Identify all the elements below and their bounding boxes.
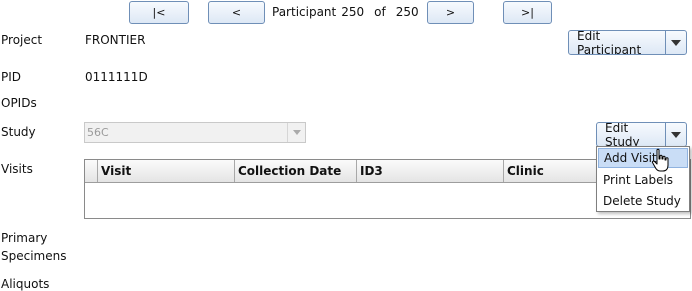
of-word: of bbox=[374, 5, 386, 19]
study-select: 56C bbox=[84, 122, 306, 143]
previous-participant-button[interactable]: < bbox=[208, 1, 265, 24]
chevron-down-icon bbox=[671, 39, 681, 46]
aliquots-label: Aliquots bbox=[1, 277, 50, 291]
participant-current: 250 bbox=[341, 5, 365, 19]
next-participant-button[interactable]: > bbox=[427, 1, 474, 24]
project-label: Project bbox=[1, 33, 43, 47]
menu-item-print-labels[interactable]: Print Labels bbox=[598, 170, 688, 190]
chevron-down-icon bbox=[671, 131, 681, 138]
last-participant-button[interactable]: >| bbox=[503, 1, 552, 24]
participant-word: Participant bbox=[272, 5, 337, 19]
hand-cursor-icon bbox=[651, 148, 669, 172]
menu-item-delete-study[interactable]: Delete Study bbox=[598, 191, 688, 211]
row-selector-header bbox=[85, 160, 98, 182]
pid-value: 0111111D bbox=[85, 70, 148, 84]
edit-study-split-button: Edit Study bbox=[596, 122, 687, 147]
edit-participant-menu-toggle[interactable] bbox=[666, 31, 686, 54]
column-header-visit[interactable]: Visit bbox=[98, 160, 235, 182]
specimens-label: Specimens bbox=[1, 249, 67, 263]
edit-study-menu-toggle[interactable] bbox=[666, 123, 686, 146]
edit-participant-split-button: Edit Participant bbox=[568, 30, 687, 55]
menu-item-add-visit[interactable]: Add Visit bbox=[598, 148, 688, 168]
participant-total: 250 bbox=[395, 5, 419, 19]
column-header-collection-date[interactable]: Collection Date bbox=[235, 160, 357, 182]
opids-label: OPIDs bbox=[1, 96, 37, 110]
primary-label: Primary bbox=[1, 231, 48, 245]
edit-participant-button[interactable]: Edit Participant bbox=[569, 31, 666, 54]
column-header-id3[interactable]: ID3 bbox=[357, 160, 504, 182]
study-label: Study bbox=[1, 125, 36, 139]
participant-counter: Participant 250 of 250 bbox=[272, 5, 419, 19]
edit-study-button[interactable]: Edit Study bbox=[597, 123, 666, 146]
pid-label: PID bbox=[1, 70, 22, 84]
project-value: FRONTIER bbox=[85, 33, 146, 47]
study-actions-menu: Add Visit Print Labels Delete Study bbox=[596, 146, 690, 212]
chevron-down-icon bbox=[287, 123, 305, 142]
study-select-value: 56C bbox=[87, 126, 109, 139]
visits-label: Visits bbox=[1, 162, 33, 176]
first-participant-button[interactable]: |< bbox=[129, 1, 189, 24]
